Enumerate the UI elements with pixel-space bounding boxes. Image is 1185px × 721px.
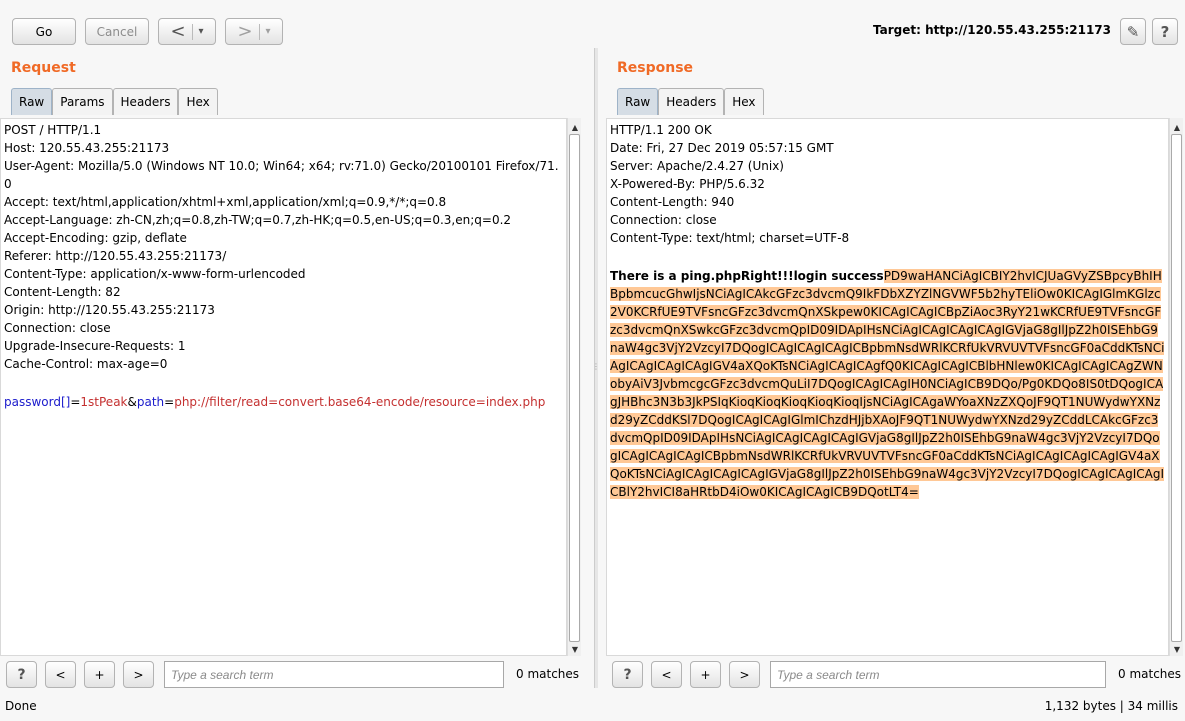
status-bytes-timing: 1,132 bytes | 34 millis xyxy=(1044,699,1178,713)
response-scrollbar[interactable]: ▲ ▼ xyxy=(1169,118,1183,656)
response-search-help-button[interactable]: ? xyxy=(612,661,643,688)
value-path: php://filter/read=convert.base64-encode/… xyxy=(174,395,546,409)
response-search-input[interactable] xyxy=(770,661,1106,688)
request-tabs: Raw Params Headers Hex xyxy=(11,88,218,115)
request-tab-raw[interactable]: Raw xyxy=(11,88,53,115)
request-scrollbar[interactable]: ▲ ▼ xyxy=(567,118,581,656)
param-password: password[] xyxy=(4,395,71,409)
target-label: Target: http://120.55.43.255:21173 xyxy=(873,23,1111,37)
response-tab-headers[interactable]: Headers xyxy=(658,88,725,115)
response-tabs: Raw Headers Hex xyxy=(617,88,764,115)
scroll-up-icon[interactable]: ▲ xyxy=(1170,120,1184,134)
request-search-next-button[interactable]: > xyxy=(123,661,154,688)
response-search-add-button[interactable]: + xyxy=(690,661,721,688)
response-headers-text: HTTP/1.1 200 OK Date: Fri, 27 Dec 2019 0… xyxy=(610,123,850,245)
response-search-prev-button[interactable]: < xyxy=(651,661,682,688)
forward-arrow-icon: > xyxy=(237,21,253,42)
forward-dropdown-icon[interactable]: ▾ xyxy=(266,26,271,37)
response-body: There is a ping.phpRight!!!login success… xyxy=(607,249,1168,503)
back-button[interactable]: < ▾ xyxy=(158,18,216,45)
go-button[interactable]: Go xyxy=(12,18,76,45)
base64-highlight: PD9waHANCiAgICBIY2hvICJUaGVyZSBpcyBhIHBp… xyxy=(610,269,1165,499)
scroll-down-icon[interactable]: ▼ xyxy=(568,642,582,656)
response-tab-raw[interactable]: Raw xyxy=(617,88,659,115)
scroll-thumb[interactable] xyxy=(569,134,580,642)
forward-button[interactable]: > ▾ xyxy=(225,18,283,45)
response-bold-text: There is a ping.phpRight!!!login success xyxy=(610,269,884,283)
request-search-prev-button[interactable]: < xyxy=(45,661,76,688)
scroll-up-icon[interactable]: ▲ xyxy=(568,120,582,134)
response-matches-count: 0 matches xyxy=(1118,667,1182,681)
cancel-button[interactable]: Cancel xyxy=(85,18,149,45)
response-editor[interactable]: HTTP/1.1 200 OK Date: Fri, 27 Dec 2019 0… xyxy=(606,118,1169,656)
request-tab-params[interactable]: Params xyxy=(52,88,113,115)
request-search-add-button[interactable]: + xyxy=(84,661,115,688)
back-dropdown-icon[interactable]: ▾ xyxy=(199,26,204,37)
target-url: http://120.55.43.255:21173 xyxy=(925,23,1111,37)
back-arrow-icon: < xyxy=(170,21,186,42)
response-title: Response xyxy=(617,60,694,76)
request-body: password[]=1stPeak&path=php://filter/rea… xyxy=(4,395,546,409)
request-matches-count: 0 matches xyxy=(516,667,580,681)
param-path: path xyxy=(136,395,165,409)
value-password: 1stPeak xyxy=(80,395,128,409)
status-text: Done xyxy=(5,699,37,713)
request-tab-headers[interactable]: Headers xyxy=(112,88,179,115)
question-icon: ? xyxy=(1160,22,1170,41)
response-search-next-button[interactable]: > xyxy=(729,661,760,688)
edit-target-button[interactable]: ✎ xyxy=(1120,18,1146,45)
divider-grip-icon[interactable]: ⋮ xyxy=(592,362,600,376)
scroll-down-icon[interactable]: ▼ xyxy=(1170,642,1184,656)
help-button[interactable]: ? xyxy=(1152,18,1178,45)
request-headers-text: POST / HTTP/1.1 Host: 120.55.43.255:2117… xyxy=(4,123,559,371)
request-editor[interactable]: POST / HTTP/1.1 Host: 120.55.43.255:2117… xyxy=(0,118,567,656)
pencil-icon: ✎ xyxy=(1126,22,1140,41)
request-tab-hex[interactable]: Hex xyxy=(178,88,218,115)
request-search-input[interactable] xyxy=(164,661,504,688)
request-search-help-button[interactable]: ? xyxy=(6,661,37,688)
request-title: Request xyxy=(11,60,76,76)
response-tab-hex[interactable]: Hex xyxy=(724,88,764,115)
scroll-thumb[interactable] xyxy=(1171,134,1182,642)
